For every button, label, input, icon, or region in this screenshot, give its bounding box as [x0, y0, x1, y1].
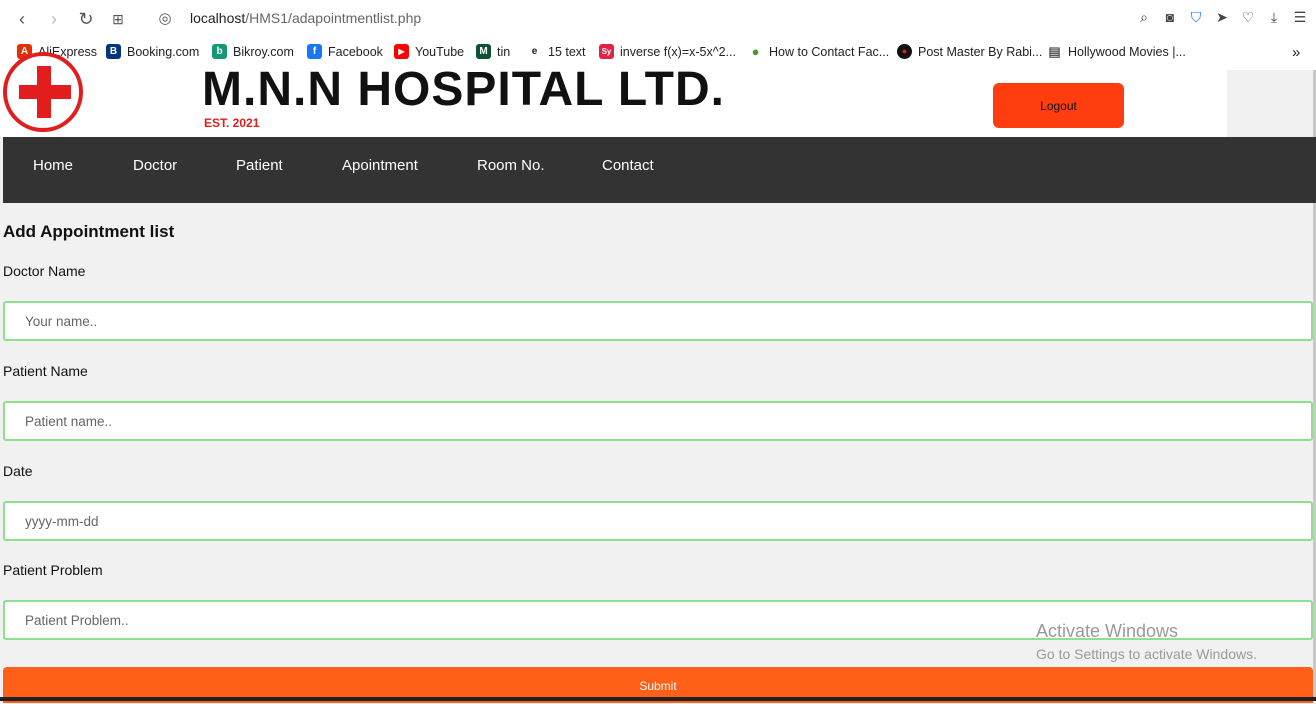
- bookmark-label: Hollywood Movies |...: [1068, 44, 1186, 59]
- toolbar-icons: ⌕ ◙ ⛉ ➤ ♡ ⤓ ☰: [1136, 9, 1308, 25]
- nav-patient[interactable]: Patient: [236, 157, 283, 174]
- bookmark-booking[interactable]: B Booking.com: [106, 44, 199, 59]
- bookmark-label: Bikroy.com: [233, 44, 294, 59]
- logout-button[interactable]: Logout: [993, 83, 1124, 128]
- url-path: /HMS1/adapointmentlist.php: [245, 10, 422, 26]
- shield-icon[interactable]: ⛉: [1188, 9, 1204, 25]
- bookmark-post-master[interactable]: ● Post Master By Rabi...: [897, 44, 1042, 59]
- main-nav: Home Doctor Patient Apointment Room No. …: [3, 137, 1316, 203]
- bookmark-contact[interactable]: ● How to Contact Fac...: [748, 44, 889, 59]
- address-bar-row: ‹ › ↻ ⊞ ◎ localhost/HMS1/adapointmentlis…: [0, 0, 1316, 38]
- site-title: M.N.N HOSPITAL LTD.: [202, 63, 725, 116]
- facebook-icon: f: [307, 44, 322, 59]
- text-icon: e: [527, 44, 542, 59]
- nav-room-no[interactable]: Room No.: [477, 157, 545, 174]
- menu-icon[interactable]: ☰: [1292, 9, 1308, 25]
- bookmark-hollywood[interactable]: ▤ Hollywood Movies |...: [1047, 44, 1186, 59]
- bookmark-15-text[interactable]: e 15 text: [527, 44, 586, 59]
- flag-icon: ●: [897, 44, 912, 59]
- doctor-name-input[interactable]: [3, 301, 1313, 341]
- patient-name-input[interactable]: [3, 401, 1313, 441]
- bookmark-bikroy[interactable]: b Bikroy.com: [212, 44, 294, 59]
- bookmark-label: Post Master By Rabi...: [918, 44, 1043, 59]
- bookmark-inverse[interactable]: Sy inverse f(x)=x-5x^2...: [599, 44, 736, 59]
- nav-doctor[interactable]: Doctor: [133, 157, 177, 174]
- back-icon[interactable]: ‹: [12, 9, 32, 29]
- forward-icon[interactable]: ›: [44, 9, 64, 29]
- bookmark-label: 15 text: [548, 44, 586, 59]
- more-bookmarks-icon[interactable]: »: [1292, 44, 1300, 61]
- hospital-cross-logo-icon: [3, 52, 83, 132]
- bookmark-label: Facebook: [328, 44, 383, 59]
- date-input[interactable]: [3, 501, 1313, 541]
- reload-icon[interactable]: ↻: [76, 9, 96, 29]
- send-icon[interactable]: ➤: [1214, 9, 1230, 25]
- date-label: Date: [3, 463, 33, 479]
- bikroy-icon: b: [212, 44, 227, 59]
- bookmark-label: inverse f(x)=x-5x^2...: [620, 44, 736, 59]
- globe-icon: ◎: [158, 10, 172, 27]
- location-icon: ●: [748, 44, 763, 59]
- tin-icon: M: [476, 44, 491, 59]
- nav-apointment[interactable]: Apointment: [342, 157, 418, 174]
- bookmark-label: Booking.com: [127, 44, 200, 59]
- established-label: EST. 2021: [204, 116, 260, 130]
- bookmark-tin[interactable]: Mtin: [476, 44, 510, 59]
- bookmark-label: tin: [497, 44, 511, 59]
- activate-windows-subtitle: Go to Settings to activate Windows.: [1036, 646, 1257, 662]
- heart-icon[interactable]: ♡: [1240, 9, 1256, 25]
- youtube-icon: ▶: [394, 44, 409, 59]
- camera-icon[interactable]: ◙: [1162, 9, 1178, 25]
- symbolab-icon: Sy: [599, 44, 614, 59]
- url-host: localhost: [190, 10, 246, 26]
- bookmark-youtube[interactable]: ▶ YouTube: [394, 44, 464, 59]
- bookmark-label: How to Contact Fac...: [769, 44, 890, 59]
- download-icon[interactable]: ⤓: [1266, 9, 1282, 25]
- nav-contact[interactable]: Contact: [602, 157, 654, 174]
- url-field[interactable]: localhost/HMS1/adapointmentlist.php: [190, 10, 421, 26]
- document-icon: ▤: [1047, 44, 1062, 59]
- doctor-name-label: Doctor Name: [3, 263, 86, 279]
- booking-icon: B: [106, 44, 121, 59]
- patient-name-label: Patient Name: [3, 363, 88, 379]
- taskbar-edge: [0, 697, 1316, 701]
- activate-windows-title: Activate Windows: [1036, 621, 1179, 641]
- bookmark-label: YouTube: [415, 44, 465, 59]
- bookmark-facebook[interactable]: f Facebook: [307, 44, 383, 59]
- tabs-grid-icon[interactable]: ⊞: [108, 9, 128, 29]
- form-title: Add Appointment list: [3, 222, 175, 241]
- browser-chrome: ‹ › ↻ ⊞ ◎ localhost/HMS1/adapointmentlis…: [0, 0, 1316, 70]
- search-icon[interactable]: ⌕: [1136, 9, 1152, 25]
- nav-home[interactable]: Home: [33, 157, 73, 174]
- patient-problem-label: Patient Problem: [3, 562, 103, 578]
